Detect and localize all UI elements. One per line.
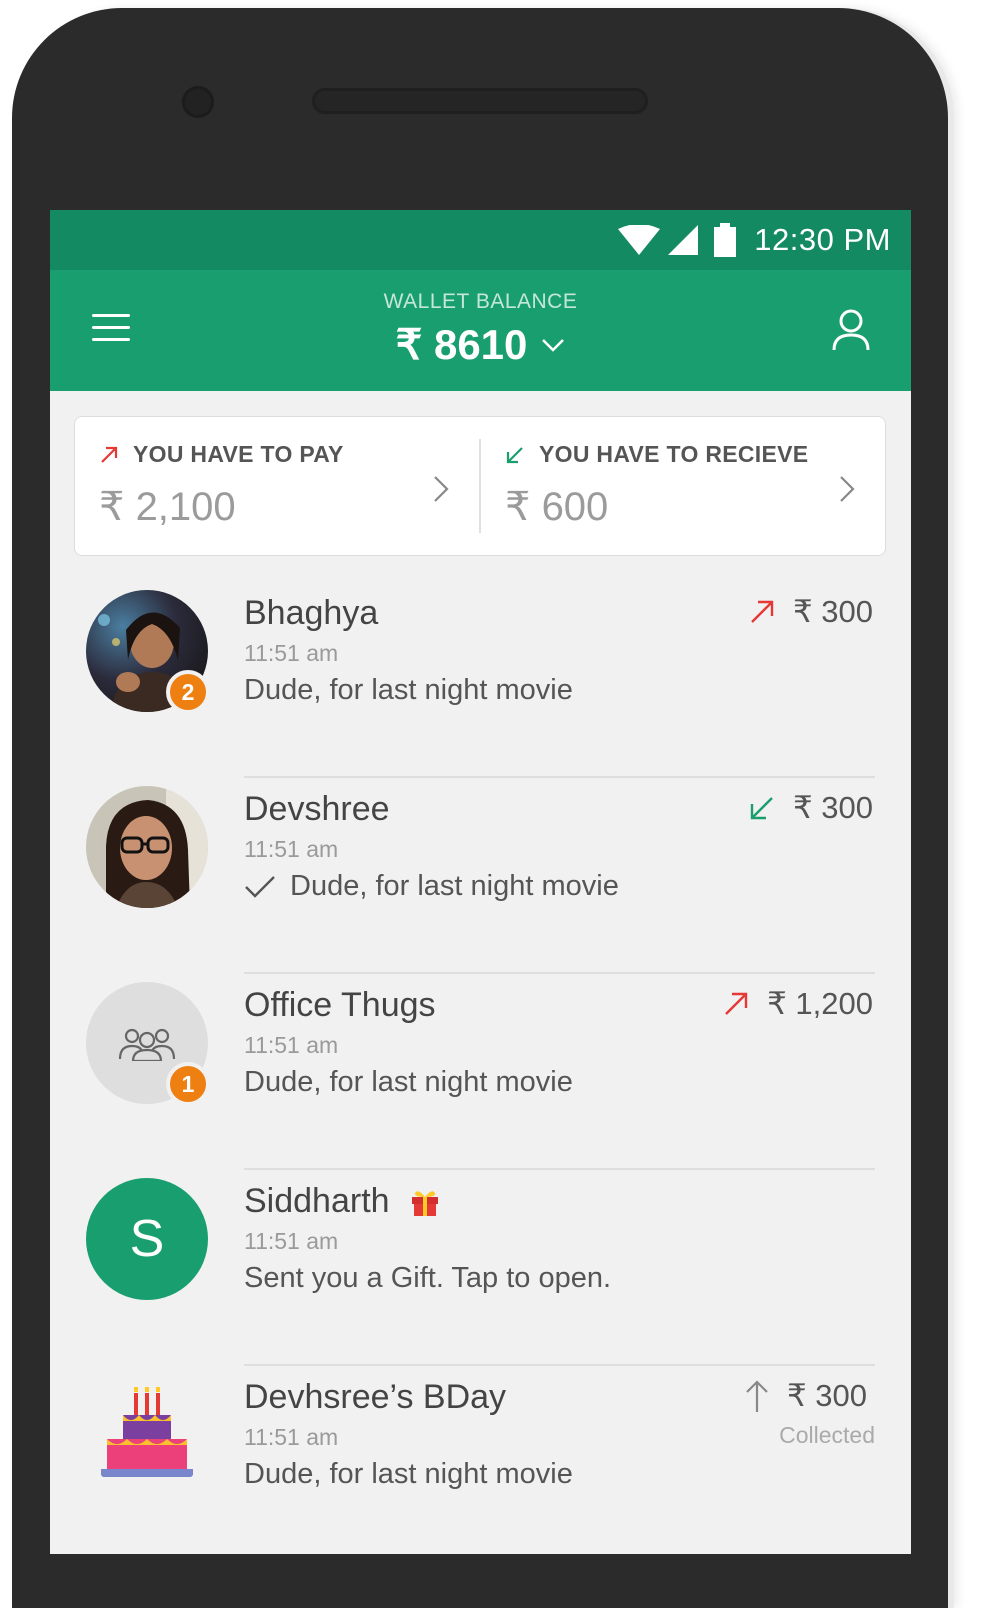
unread-badge: 2 xyxy=(166,670,210,714)
pay-amount: ₹ 2,100 xyxy=(99,485,236,529)
receive-amount: ₹ 600 xyxy=(505,485,609,529)
wifi-icon xyxy=(618,225,661,255)
arrow-up-icon xyxy=(746,1380,768,1412)
message-time: 11:51 am xyxy=(244,640,339,666)
amount-value: ₹ 300 xyxy=(792,790,873,825)
list-item[interactable]: Devhsree’s BDay 11:51 am Dude, for last … xyxy=(50,1366,911,1554)
avatar: 2 xyxy=(86,590,210,714)
pay-summary[interactable]: YOU HAVE TO PAY ₹ 2,100 xyxy=(75,417,479,555)
checkmark-icon xyxy=(245,875,275,898)
message-preview: Dude, for last night movie xyxy=(244,1066,573,1098)
wallet-label: WALLET BALANCE xyxy=(383,290,578,313)
status-time: 12:30 PM xyxy=(754,222,891,257)
cake-icon xyxy=(101,1387,193,1477)
receive-summary[interactable]: YOU HAVE TO RECIEVE ₹ 600 xyxy=(481,417,885,555)
message-preview: Dude, for last night movie xyxy=(290,870,619,902)
gift-icon xyxy=(411,1190,438,1216)
list-item[interactable]: Devshree 11:51 am Dude, for last night m… xyxy=(50,778,911,974)
transaction-amount: ₹ 300 xyxy=(749,594,873,630)
avatar xyxy=(86,786,208,908)
avatar: 1 xyxy=(86,982,210,1106)
phone-frame: 12:30 PM WALLET BALANCE ₹ 8610 YOU HAVE … xyxy=(12,8,948,1608)
list-item[interactable]: 1 Office Thugs 11:51 am Dude, for last n… xyxy=(50,974,911,1170)
event-name: Devhsree’s BDay xyxy=(244,1378,507,1416)
wallet-amount-dropdown[interactable]: ₹ 8610 xyxy=(396,320,566,369)
transaction-amount: ₹ 300 xyxy=(745,1378,867,1414)
cell-signal-icon xyxy=(668,225,699,255)
contact-name: Siddharth xyxy=(244,1182,390,1220)
status-bar: 12:30 PM xyxy=(50,210,911,270)
arrow-down-left-icon xyxy=(750,797,773,820)
wallet-balance: WALLET BALANCE ₹ 8610 xyxy=(50,290,911,369)
amount-value: ₹ 1,200 xyxy=(767,986,873,1021)
amount-value: ₹ 300 xyxy=(786,1378,867,1413)
profile-button[interactable] xyxy=(831,308,871,352)
contact-name: Bhaghya xyxy=(244,594,379,632)
pay-title: YOU HAVE TO PAY xyxy=(133,441,344,467)
message-preview: Sent you a Gift. Tap to open. xyxy=(244,1262,612,1294)
list-item[interactable]: S Siddharth 11:51 am Sent you a Gift. Ta… xyxy=(50,1170,911,1366)
transaction-list: 2 Bhaghya 11:51 am Dude, for last night … xyxy=(50,582,911,1554)
list-item[interactable]: 2 Bhaghya 11:51 am Dude, for last night … xyxy=(50,582,911,778)
chevron-right-icon xyxy=(840,476,855,502)
message-time: 11:51 am xyxy=(244,1228,339,1254)
chevron-down-icon xyxy=(542,338,565,352)
collected-label: Collected xyxy=(779,1422,875,1448)
contact-name-row: Siddharth xyxy=(244,1182,440,1221)
front-camera xyxy=(182,86,214,118)
arrow-up-right-icon xyxy=(751,600,774,623)
group-icon xyxy=(118,1028,176,1061)
contact-name: Office Thugs xyxy=(244,986,436,1024)
arrow-down-left-icon xyxy=(506,446,523,463)
person-icon xyxy=(832,309,870,351)
wallet-amount: ₹ 8610 xyxy=(395,321,528,368)
amount-value: ₹ 300 xyxy=(792,594,873,629)
message-time: 11:51 am xyxy=(244,1424,339,1450)
avatar: S xyxy=(86,1178,208,1300)
transaction-amount: ₹ 1,200 xyxy=(723,986,873,1022)
balance-summary-card: YOU HAVE TO PAY ₹ 2,100 YOU HAVE TO RECI… xyxy=(74,416,886,556)
transaction-amount: ₹ 300 xyxy=(749,790,873,826)
avatar xyxy=(86,1374,208,1496)
earpiece-speaker xyxy=(312,88,648,114)
app-bar: WALLET BALANCE ₹ 8610 xyxy=(50,270,911,391)
receive-title: YOU HAVE TO RECIEVE xyxy=(539,441,809,467)
message-preview: Dude, for last night movie xyxy=(244,674,573,706)
message-time: 11:51 am xyxy=(244,1032,339,1058)
message-preview: Dude, for last night movie xyxy=(244,1458,573,1490)
status-icons xyxy=(618,223,737,257)
unread-badge: 1 xyxy=(166,1062,210,1106)
arrow-up-right-icon xyxy=(725,992,748,1015)
battery-icon xyxy=(714,223,737,257)
message-time: 11:51 am xyxy=(244,836,339,862)
avatar-initial: S xyxy=(129,1210,165,1268)
chevron-right-icon xyxy=(434,476,449,502)
app-screen: 12:30 PM WALLET BALANCE ₹ 8610 YOU HAVE … xyxy=(50,210,911,1554)
contact-name: Devshree xyxy=(244,790,390,828)
arrow-up-right-icon xyxy=(101,446,118,463)
